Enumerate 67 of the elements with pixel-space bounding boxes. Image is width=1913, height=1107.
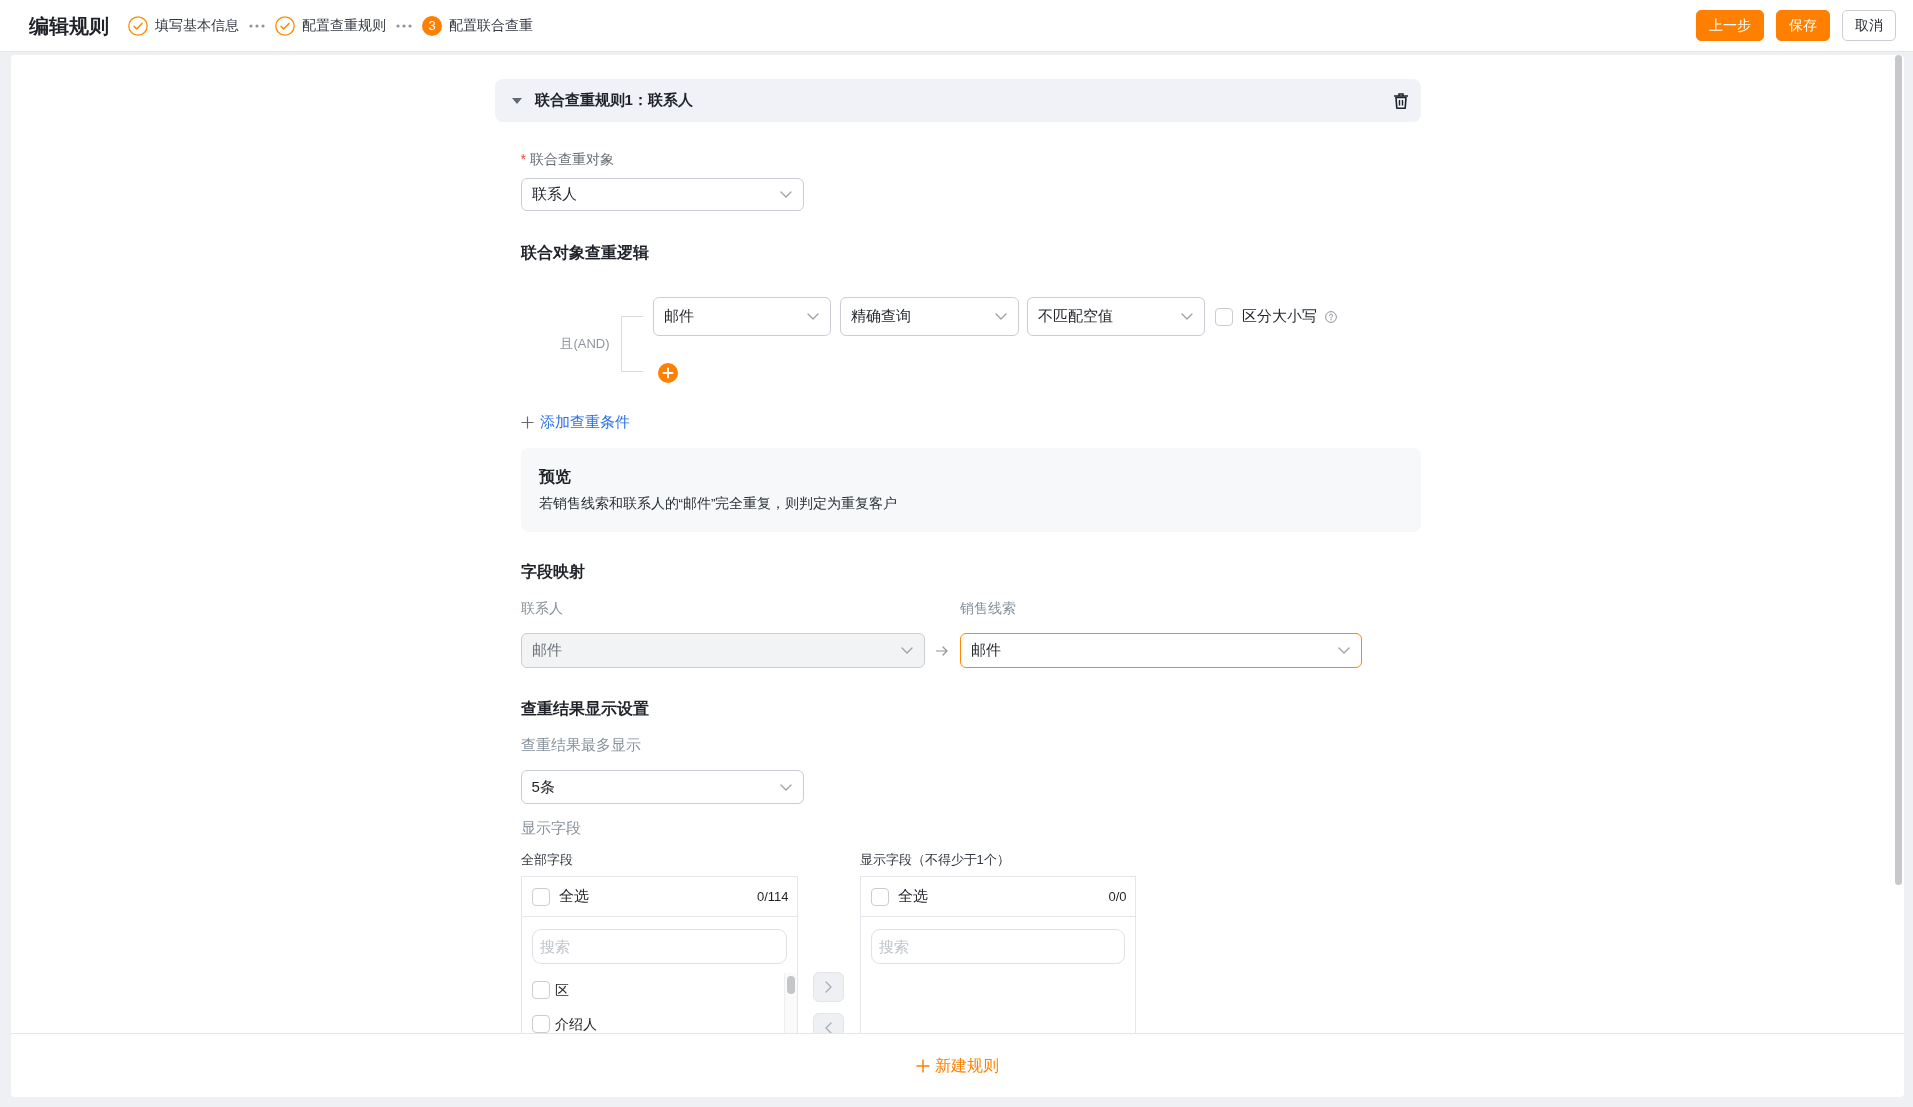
field-label: 显示字段 — [520, 818, 581, 838]
search-input[interactable]: 搜索 — [531, 929, 787, 964]
scrollbar-thumb[interactable] — [1895, 55, 1902, 885]
help-icon — [1324, 310, 1337, 323]
dropdown[interactable]: 邮件 — [652, 297, 831, 336]
dots-separator-icon — [396, 23, 412, 28]
list-item-label: 介绍人 — [554, 1014, 597, 1033]
dropdown[interactable]: 邮件 — [959, 633, 1362, 668]
panel-title: 显示字段（不得少于1个） — [859, 851, 1010, 869]
chevron-down-icon — [1337, 647, 1350, 654]
chevron-down-icon — [1180, 313, 1193, 320]
trash-icon — [1393, 92, 1408, 109]
checkbox[interactable] — [1214, 307, 1233, 326]
cancel-button[interactable]: 取消 — [1842, 10, 1896, 41]
arrow-right-icon — [936, 645, 948, 656]
field-label: 联系人 — [520, 599, 563, 618]
preview-text: 若销售线索和联系人的“邮件”完全重复，则判定为重复客户 — [538, 495, 898, 513]
count-text: 0/0 — [1108, 887, 1127, 906]
chevron-down-icon — [900, 647, 913, 654]
field-label: 销售线索 — [959, 599, 1016, 618]
plus-circle-icon[interactable] — [657, 363, 678, 383]
step-label: 配置联合查重 — [449, 16, 533, 35]
add-condition-link[interactable]: 添加查重条件 — [520, 412, 630, 432]
step-number: 3 — [422, 15, 442, 36]
chevron-down-icon — [994, 313, 1007, 320]
checkbox[interactable] — [531, 1015, 550, 1033]
checkbox[interactable] — [531, 887, 550, 906]
section-title: 联合对象查重逻辑 — [520, 243, 649, 263]
field-label: 联合查重对象 — [529, 150, 614, 169]
chevron-down-icon — [779, 191, 792, 198]
plus-icon — [916, 1058, 930, 1073]
scrollbar-thumb[interactable] — [786, 976, 795, 994]
chevron-down-icon — [806, 313, 819, 320]
field-label: 查重结果最多显示 — [520, 735, 641, 755]
dropdown[interactable]: 联系人 — [520, 178, 804, 211]
search-input[interactable]: 搜索 — [870, 929, 1125, 964]
check-circle-icon — [275, 15, 295, 36]
select-all-label: 全选 — [558, 886, 589, 907]
delete-button[interactable] — [1393, 92, 1408, 109]
checkbox[interactable] — [531, 981, 550, 999]
plus-icon — [520, 415, 534, 429]
chevron-left-icon — [825, 1022, 832, 1033]
count-text: 0/114 — [756, 887, 789, 906]
chevron-right-icon — [825, 981, 832, 993]
preview-title: 预览 — [538, 467, 571, 487]
check-circle-icon — [128, 15, 148, 36]
chevron-down-icon — [779, 783, 792, 791]
checkbox[interactable] — [870, 887, 889, 906]
section-title: 查重结果显示设置 — [520, 699, 649, 719]
dropdown[interactable]: 精确查询 — [839, 297, 1019, 336]
page-title: 编辑规则 — [29, 13, 109, 39]
bracket-line — [620, 316, 643, 372]
select-all-label: 全选 — [897, 886, 928, 907]
dropdown[interactable]: 不匹配空值 — [1026, 297, 1205, 336]
connector-label: 且(AND) — [560, 335, 610, 354]
checkbox-label: 区分大小写 — [1241, 306, 1317, 327]
dots-separator-icon — [249, 23, 265, 28]
section-title: 字段映射 — [520, 562, 585, 582]
step-label: 配置查重规则 — [302, 16, 386, 35]
list-item-label: 区 — [554, 980, 569, 1000]
caret-down-icon[interactable] — [511, 97, 522, 104]
step-label: 填写基本信息 — [155, 16, 239, 35]
rule-header[interactable]: 联合查重规则1：联系人 — [494, 79, 1421, 122]
rule-title: 联合查重规则1：联系人 — [534, 90, 693, 111]
panel-title: 全部字段 — [520, 851, 573, 869]
dropdown[interactable]: 5条 — [520, 770, 804, 804]
required-mark: * — [520, 150, 526, 169]
